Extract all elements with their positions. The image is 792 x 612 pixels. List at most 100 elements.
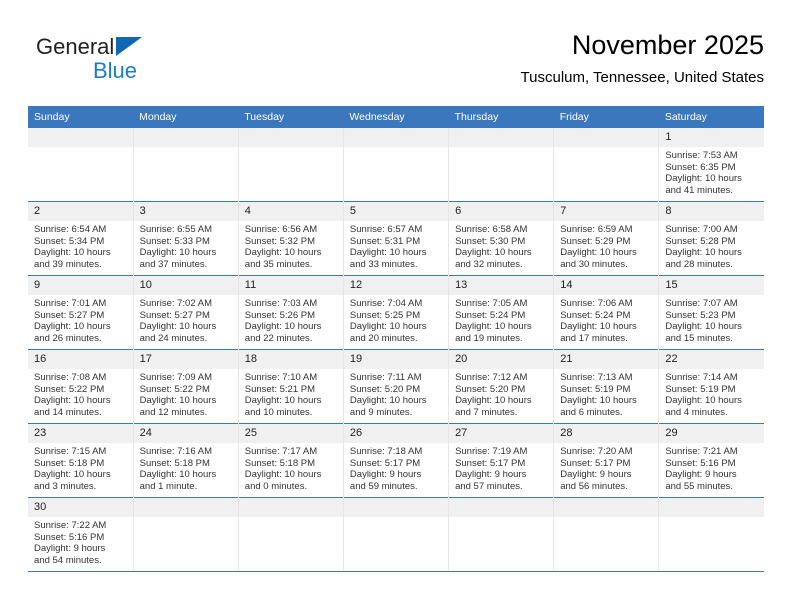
calendar-day-cell[interactable]: 17 Sunrise: 7:09 AM Sunset: 5:22 PM Dayligh… [132,349,239,424]
day-daylight-line-text: and 35 minutes. [244,258,313,270]
day-daylight-line-text: and 32 minutes. [455,258,523,270]
day-sunset-text: Sunset: 5:33 PM [139,235,210,247]
day-number: 26 [343,424,449,443]
day-number: 21 [554,350,659,369]
day-sunrise-text: Sunrise: 7:11 AM [349,372,422,383]
calendar-day-cell[interactable]: 2 Sunrise: 6:54 AM Sunset: 5:34 PM Daylight… [28,201,134,276]
day-sun-info: Sunrise: 7:10 AM Sunset: 5:21 PM Daylight:… [239,369,343,418]
calendar-day-cell[interactable]: 24 Sunrise: 7:16 AM Sunset: 5:18 PM Dayligh… [132,423,239,498]
day-daylight-line-text: Daylight: 10 hours [139,321,217,333]
day-sunset-text: Sunset: 5:20 PM [349,383,421,395]
day-daylight-line-text: Daylight: 10 hours [665,321,742,333]
calendar-day-cell[interactable]: 20 Sunrise: 7:12 AM Sunset: 5:20 PM Dayligh… [448,349,554,424]
day-sunset-text: Sunset: 5:21 PM [244,383,316,395]
day-sunrise-text: Sunrise: 6:54 AM [34,224,107,235]
calendar-day-cell[interactable]: 16 Sunrise: 7:08 AM Sunset: 5:22 PM Dayligh… [28,349,134,424]
day-sun-info: Sunrise: 7:08 AM Sunset: 5:22 PM Daylight:… [28,369,133,418]
calendar-day-cell[interactable]: 7 Sunrise: 6:59 AM Sunset: 5:29 PM Daylight… [553,201,659,276]
day-sunset-text: Sunset: 5:27 PM [139,309,210,321]
day-number: 9 [28,276,133,295]
calendar-day-cell-empty [132,128,239,202]
day-daylight-line-text: Daylight: 10 hours [34,321,111,333]
calendar-day-cell[interactable]: 4 Sunrise: 6:56 AM Sunset: 5:32 PM Daylight… [237,201,344,276]
day-sunrise-text: Sunrise: 7:15 AM [34,446,107,457]
calendar-day-cell[interactable]: 25 Sunrise: 7:17 AM Sunset: 5:18 PM Dayligh… [237,423,344,498]
calendar-day-cell[interactable]: 27 Sunrise: 7:19 AM Sunset: 5:17 PM Dayligh… [448,423,554,498]
calendar-day-cell-empty [237,128,344,202]
weekday-header-friday: Friday [553,106,659,128]
day-daylight-line-text: Daylight: 10 hours [560,247,637,259]
day-sun-info: Sunrise: 7:01 AM Sunset: 5:27 PM Daylight:… [28,295,133,344]
day-sunset-text: Sunset: 5:17 PM [560,457,631,469]
day-sun-info: Sunrise: 7:07 AM Sunset: 5:23 PM Daylight:… [659,295,764,344]
day-sunset-text: Sunset: 5:34 PM [34,235,105,247]
day-number: 28 [554,424,659,443]
calendar-day-cell[interactable]: 22 Sunrise: 7:14 AM Sunset: 5:19 PM Dayligh… [658,349,764,424]
calendar-day-cell[interactable]: 15 Sunrise: 7:07 AM Sunset: 5:23 PM Dayligh… [658,275,764,350]
calendar-day-cell[interactable]: 3 Sunrise: 6:55 AM Sunset: 5:33 PM Daylight… [132,201,239,276]
day-sunset-text: Sunset: 5:32 PM [244,235,316,247]
day-sun-info: Sunrise: 6:56 AM Sunset: 5:32 PM Daylight:… [239,221,343,270]
calendar-day-cell[interactable]: 26 Sunrise: 7:18 AM Sunset: 5:17 PM Dayligh… [342,423,449,498]
day-sunrise-text: Sunrise: 6:59 AM [560,224,633,235]
day-sunrise-text: Sunrise: 6:57 AM [349,224,423,235]
calendar-day-cell[interactable]: 9 Sunrise: 7:01 AM Sunset: 5:27 PM Daylight… [28,275,134,350]
day-daylight-line-text: Daylight: 9 hours [560,469,632,481]
day-sunrise-text: Sunrise: 7:06 AM [560,298,633,309]
calendar-header-row: Sunday Monday Tuesday Wednesday Thursday… [28,106,764,128]
day-daylight-line-text: Daylight: 10 hours [139,469,217,481]
day-number [554,498,659,517]
calendar-page: General Blue November 2025 Tusculum, Ten… [0,0,792,612]
calendar-day-cell[interactable]: 12 Sunrise: 7:04 AM Sunset: 5:25 PM Dayligh… [342,275,449,350]
calendar-day-cell[interactable]: 18 Sunrise: 7:10 AM Sunset: 5:21 PM Dayligh… [237,349,344,424]
day-sun-info: Sunrise: 7:19 AM Sunset: 5:17 PM Daylight:… [449,443,553,492]
day-daylight-line-text: and 26 minutes. [34,332,102,344]
day-number: 22 [659,350,764,369]
calendar-day-cell[interactable]: 30 Sunrise: 7:22 AM Sunset: 5:16 PM Dayligh… [28,497,134,572]
calendar-day-cell[interactable]: 29 Sunrise: 7:21 AM Sunset: 5:16 PM Dayligh… [658,423,764,498]
day-sun-info: Sunrise: 6:54 AM Sunset: 5:34 PM Daylight:… [28,221,133,270]
calendar-day-cell[interactable]: 5 Sunrise: 6:57 AM Sunset: 5:31 PM Daylight… [342,201,449,276]
day-sunset-text: Sunset: 5:19 PM [665,383,736,395]
calendar-body: 1 Sunrise: 7:53 AM Sunset: 6:35 PM Daylight… [28,128,764,572]
day-number [343,128,449,147]
day-sunrise-text: Sunrise: 7:01 AM [34,298,107,309]
day-daylight-line-text: Daylight: 9 hours [665,469,737,481]
day-daylight-line-text: and 41 minutes. [665,184,733,196]
calendar-day-cell-empty [132,497,239,572]
calendar-day-cell[interactable]: 1 Sunrise: 7:53 AM Sunset: 6:35 PM Daylight… [658,128,764,202]
day-number [238,128,343,147]
day-daylight-line-text: Daylight: 10 hours [665,395,742,407]
day-number: 20 [449,350,554,369]
day-daylight-line-text: Daylight: 10 hours [34,247,111,259]
calendar-day-cell[interactable]: 10 Sunrise: 7:02 AM Sunset: 5:27 PM Dayligh… [132,275,239,350]
day-daylight-line-text: and 39 minutes. [34,258,102,270]
calendar-week-row: 23 Sunrise: 7:15 AM Sunset: 5:18 PM Dayligh… [28,423,764,498]
general-blue-logo[interactable]: General Blue [36,34,236,94]
calendar-day-cell[interactable]: 28 Sunrise: 7:20 AM Sunset: 5:17 PM Dayligh… [553,423,659,498]
day-sun-info: Sunrise: 7:14 AM Sunset: 5:19 PM Daylight:… [659,369,764,418]
day-daylight-line-text: Daylight: 10 hours [244,321,322,333]
day-sunrise-text: Sunrise: 7:10 AM [244,372,318,383]
calendar-day-cell[interactable]: 13 Sunrise: 7:05 AM Sunset: 5:24 PM Dayligh… [448,275,554,350]
calendar-day-cell[interactable]: 11 Sunrise: 7:03 AM Sunset: 5:26 PM Dayligh… [237,275,344,350]
day-daylight-line-text: and 7 minutes. [455,406,518,418]
calendar-day-cell[interactable]: 21 Sunrise: 7:13 AM Sunset: 5:19 PM Dayligh… [553,349,659,424]
calendar-day-cell[interactable]: 23 Sunrise: 7:15 AM Sunset: 5:18 PM Dayligh… [28,423,134,498]
day-number: 2 [28,202,133,221]
calendar-day-cell[interactable]: 14 Sunrise: 7:06 AM Sunset: 5:24 PM Dayligh… [553,275,659,350]
calendar-day-cell[interactable]: 8 Sunrise: 7:00 AM Sunset: 5:28 PM Daylight… [658,201,764,276]
day-daylight-line-text: Daylight: 9 hours [349,469,422,481]
day-daylight-line-text: and 15 minutes. [665,332,733,344]
day-sunrise-text: Sunrise: 7:17 AM [244,446,318,457]
day-number [238,498,343,517]
day-daylight-line-text: Daylight: 9 hours [455,469,527,481]
calendar-day-cell[interactable]: 19 Sunrise: 7:11 AM Sunset: 5:20 PM Dayligh… [342,349,449,424]
day-number [133,128,238,147]
day-daylight-line-text: and 12 minutes. [139,406,208,418]
calendar-day-cell[interactable]: 6 Sunrise: 6:58 AM Sunset: 5:30 PM Daylight… [448,201,554,276]
day-number: 23 [28,424,133,443]
calendar-week-row: 16 Sunrise: 7:08 AM Sunset: 5:22 PM Dayligh… [28,349,764,424]
day-number [659,498,764,517]
day-number: 25 [238,424,343,443]
